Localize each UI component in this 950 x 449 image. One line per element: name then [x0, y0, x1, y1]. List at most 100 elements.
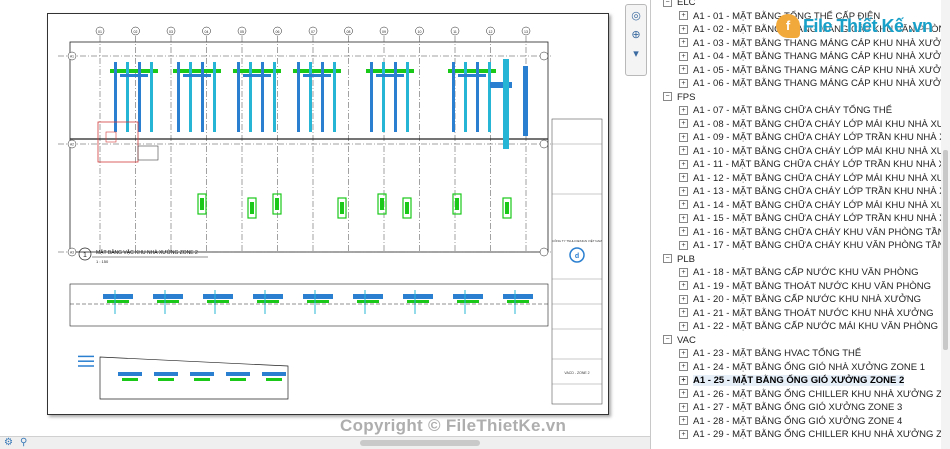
expand-icon[interactable]: +	[679, 38, 688, 48]
sheet-item[interactable]: + A1 - 05 - MẶT BẰNG THANG MÁNG CÁP KHU N…	[651, 64, 941, 78]
sheet-item[interactable]: + A1 - 12 - MẶT BẰNG CHỮA CHÁY LỚP MÁI KH…	[651, 172, 941, 186]
collapse-toggle-icon[interactable]: −	[663, 0, 672, 7]
expand-icon[interactable]: +	[679, 240, 688, 250]
expand-icon[interactable]: +	[679, 294, 688, 304]
expand-icon[interactable]: +	[679, 416, 688, 426]
sheet-item[interactable]: + A1 - 16 - MẶT BẰNG CHỮA CHÁY KHU VĂN PH…	[651, 226, 941, 240]
horizontal-scrollbar-thumb[interactable]	[360, 440, 480, 446]
grid-bubble	[539, 139, 549, 149]
expand-icon[interactable]: +	[679, 362, 688, 372]
sheet-item[interactable]: + A1 - 15 - MẶT BẰNG CHỮA CHÁY LỚP TRẦN K…	[651, 212, 941, 226]
duct-branch	[213, 62, 216, 132]
duct-branch	[452, 62, 455, 132]
title-block: d CÔNG TY TNHH DESIGN VIỆT NAM VACD - ZO…	[551, 118, 602, 405]
nav-expand-icon[interactable]: ▾	[628, 46, 644, 62]
sheet-item[interactable]: + A1 - 18 - MẶT BẰNG CẤP NƯỚC KHU VĂN PHÒ…	[651, 266, 941, 280]
sheet-item[interactable]: + A1 - 25 - MẶT BẰNG ỐNG GIÓ XƯỞNG ZONE 2	[651, 374, 941, 388]
sheet-item[interactable]: + A1 - 04 - MẶT BẰNG THANG MÁNG CÁP KHU N…	[651, 50, 941, 64]
expand-icon[interactable]: +	[679, 321, 688, 331]
duct-branch	[370, 62, 373, 132]
expand-icon[interactable]: +	[679, 281, 688, 291]
site-logo: f File Thiết Kế .vn	[776, 12, 933, 40]
expand-icon[interactable]: +	[679, 267, 688, 277]
grid-bubble-label: A1	[70, 55, 74, 59]
sheet-item[interactable]: + A1 - 08 - MẶT BẰNG CHỮA CHÁY LỚP MÁI KH…	[651, 118, 941, 132]
expand-icon[interactable]: +	[679, 348, 688, 358]
duct-branch	[273, 62, 276, 132]
navigation-bar[interactable]: ◎ ⊕ ▾	[625, 4, 647, 76]
expand-icon[interactable]: +	[679, 146, 688, 156]
expand-icon[interactable]: +	[679, 389, 688, 399]
sheet-item[interactable]: + A1 - 22 - MẶT BẰNG CẤP NƯỚC MÁI KHU VĂN…	[651, 320, 941, 334]
expand-icon[interactable]: +	[679, 308, 688, 318]
expand-icon[interactable]: +	[679, 159, 688, 169]
sheet-item-label: A1 - 24 - MẶT BẰNG ỐNG GIÓ NHÀ XƯỞNG ZON…	[693, 361, 925, 373]
expand-icon[interactable]: +	[679, 11, 688, 21]
copyright-watermark: Copyright © FileThietKe.vn	[340, 416, 567, 435]
browser-scrollbar-thumb[interactable]	[943, 150, 948, 350]
company-name: CÔNG TY TNHH DESIGN VIỆT NAM	[552, 238, 602, 243]
sheet-item[interactable]: + A1 - 10 - MẶT BẰNG CHỮA CHÁY LỚP MÁI KH…	[651, 145, 941, 159]
sheet-item[interactable]: + A1 - 06 - MẶT BẰNG THANG MÁNG CÁP KHU N…	[651, 77, 941, 91]
sheet-item[interactable]: + A1 - 07 - MẶT BẰNG CHỮA CHÁY TỔNG THỂ	[651, 104, 941, 118]
tree-group-fps[interactable]: − FPS	[651, 91, 941, 105]
collapse-toggle-icon[interactable]: −	[663, 92, 672, 102]
drawing-sheet[interactable]: 01 02 03 04 05 06 07 08 09 10 11 12 13 A1 A2 A3 d CÔNG …	[47, 13, 609, 415]
expand-icon[interactable]: +	[679, 132, 688, 142]
project-browser[interactable]: − ELC + A1 - 01 - MẶT BẰNG TỔNG THỂ CẤP ĐIỆ…	[651, 0, 950, 449]
expand-icon[interactable]: +	[679, 200, 688, 210]
expand-icon[interactable]: +	[679, 429, 688, 439]
sheet-item[interactable]: + A1 - 24 - MẶT BẰNG ỐNG GIÓ NHÀ XƯỞNG ZO…	[651, 361, 941, 375]
return-duct	[376, 74, 404, 77]
sheet-item[interactable]: + A1 - 14 - MẶT BẰNG CHỮA CHÁY LỚP MÁI KH…	[651, 199, 941, 213]
sheet-item[interactable]: + A1 - 27 - MẶT BẰNG ỐNG GIÓ XƯỞNG ZONE 3	[651, 401, 941, 415]
sheet-item[interactable]: + A1 - 28 - MẶT BẰNG ỐNG GIÓ XƯỞNG ZONE 4	[651, 415, 941, 429]
expand-icon[interactable]: +	[679, 65, 688, 75]
mep-equipment	[70, 59, 548, 400]
sheet-item[interactable]: + A1 - 21 - MẶT BẰNG THOÁT NƯỚC KHU NHÀ X…	[651, 307, 941, 321]
return-duct	[303, 74, 331, 77]
sheet-item[interactable]: + A1 - 20 - MẶT BẰNG CẤP NƯỚC KHU NHÀ XƯỞ…	[651, 293, 941, 307]
sheet-item[interactable]: + A1 - 23 - MẶT BẰNG HVAC TỔNG THỂ	[651, 347, 941, 361]
zoom-region-icon[interactable]: ⊕	[628, 27, 644, 43]
tree-group-elc[interactable]: − ELC	[651, 0, 941, 10]
sheet-item[interactable]: + A1 - 29 - MẶT BẰNG ỐNG CHILLER KHU NHÀ …	[651, 428, 941, 442]
expand-icon[interactable]: +	[679, 402, 688, 412]
expand-icon[interactable]: +	[679, 119, 688, 129]
duct-branch	[126, 62, 129, 132]
browser-scrollbar[interactable]	[941, 0, 950, 449]
expand-icon[interactable]: +	[679, 51, 688, 61]
fan-coil-body	[275, 198, 279, 210]
expand-icon[interactable]: +	[679, 173, 688, 183]
duct-branch	[476, 62, 479, 132]
tree-group-vac[interactable]: − VAC	[651, 334, 941, 348]
grid-bubble-label: 06	[276, 30, 280, 34]
expand-icon[interactable]: +	[679, 24, 688, 34]
expand-icon[interactable]: +	[679, 186, 688, 196]
sheet-item[interactable]: + A1 - 13 - MẶT BẰNG CHỮA CHÁY LỚP TRẦN K…	[651, 185, 941, 199]
sheet-item[interactable]: + A1 - 26 - MẶT BẰNG ỐNG CHILLER KHU NHÀ …	[651, 388, 941, 402]
view-control-bar[interactable]: ⚙ ⚲	[0, 436, 650, 449]
steering-wheel-icon[interactable]: ◎	[628, 8, 644, 24]
sheet-item[interactable]: + A1 - 09 - MẶT BẰNG CHỮA CHÁY LỚP TRẦN K…	[651, 131, 941, 145]
expand-icon[interactable]: +	[679, 227, 688, 237]
duct-branch	[382, 62, 385, 132]
location-pin-icon[interactable]: ⚲	[20, 437, 27, 448]
sheet-item[interactable]: + A1 - 17 - MẶT BẰNG CHỮA CHÁY KHU VĂN PH…	[651, 239, 941, 253]
plan-title-callout: 1 MẶT BẰNG VẬC KHU NHÀ XƯỞNG ZONE 2 1 : …	[78, 247, 208, 264]
expand-icon[interactable]: +	[679, 375, 688, 385]
expand-icon[interactable]: +	[679, 105, 688, 115]
collapse-toggle-icon[interactable]: −	[663, 335, 672, 345]
section-duct	[157, 300, 179, 303]
sheet-item-label: A1 - 12 - MẶT BẰNG CHỮA CHÁY LỚP MÁI KHU…	[693, 172, 941, 184]
drawing-viewport[interactable]: 01 02 03 04 05 06 07 08 09 10 11 12 13 A1 A2 A3 d CÔNG …	[0, 0, 651, 449]
sheet-item[interactable]: + A1 - 19 - MẶT BẰNG THOÁT NƯỚC KHU VĂN P…	[651, 280, 941, 294]
view-settings-icon[interactable]: ⚙	[4, 437, 13, 448]
section-duct	[357, 300, 379, 303]
collapse-toggle-icon[interactable]: −	[663, 254, 672, 264]
expand-icon[interactable]: +	[679, 213, 688, 223]
grid-bubble	[539, 51, 549, 61]
expand-icon[interactable]: +	[679, 78, 688, 88]
sheet-item[interactable]: + A1 - 11 - MẶT BẰNG CHỮA CHÁY LỚP TRẦN K…	[651, 158, 941, 172]
tree-group-plb[interactable]: − PLB	[651, 253, 941, 267]
